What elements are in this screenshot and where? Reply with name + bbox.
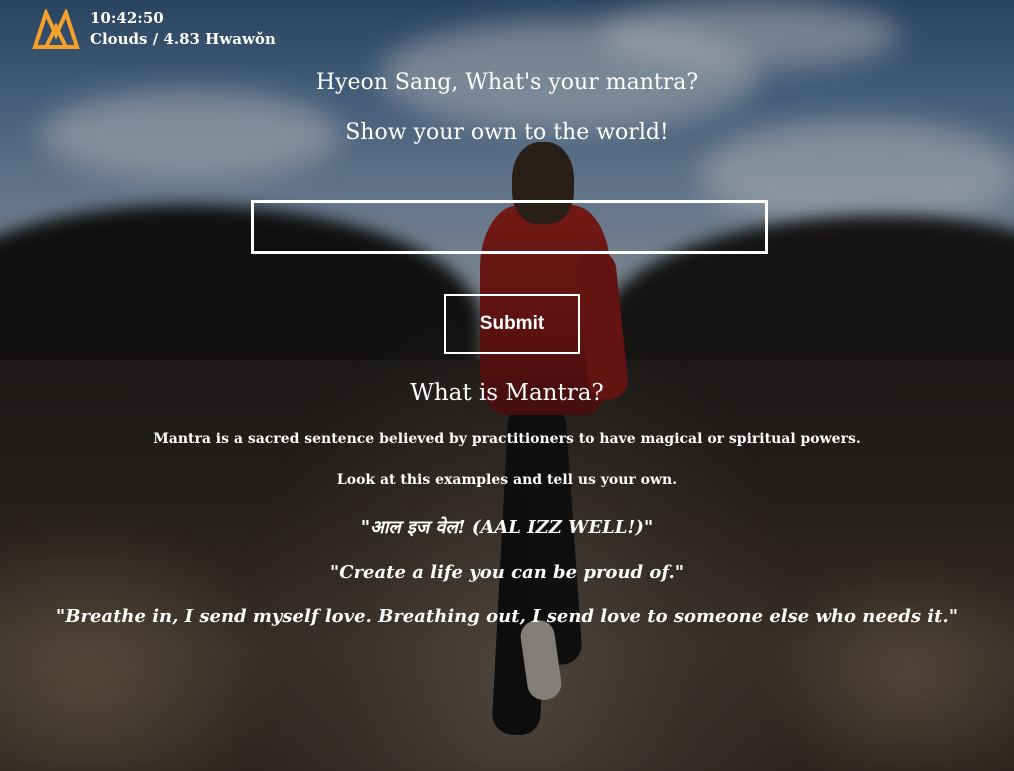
weather: Clouds / 4.83 Hwawǒn xyxy=(90,30,276,48)
section-title: What is Mantra? xyxy=(410,380,604,406)
mantra-description: Mantra is a sacred sentence believed by … xyxy=(153,431,861,447)
examples-prompt: Look at this examples and tell us your o… xyxy=(336,472,678,488)
example-mantra: "आल इज वेल! (AAL IZZ WELL!)" xyxy=(360,517,654,538)
submit-button[interactable]: Submit xyxy=(444,294,580,354)
clock: 10:42:50 xyxy=(90,9,164,27)
subtitle: Show your own to the world! xyxy=(345,120,669,145)
mantra-input[interactable] xyxy=(251,200,768,254)
status-panel: 10:42:50 Clouds / 4.83 Hwawǒn xyxy=(90,8,276,50)
example-mantra: "Breathe in, I send myself love. Breathi… xyxy=(55,606,959,627)
greeting: Hyeon Sang, What's your mantra? xyxy=(315,70,699,95)
example-mantra: "Create a life you can be proud of." xyxy=(329,562,685,583)
mountain-logo-icon[interactable] xyxy=(32,9,80,49)
